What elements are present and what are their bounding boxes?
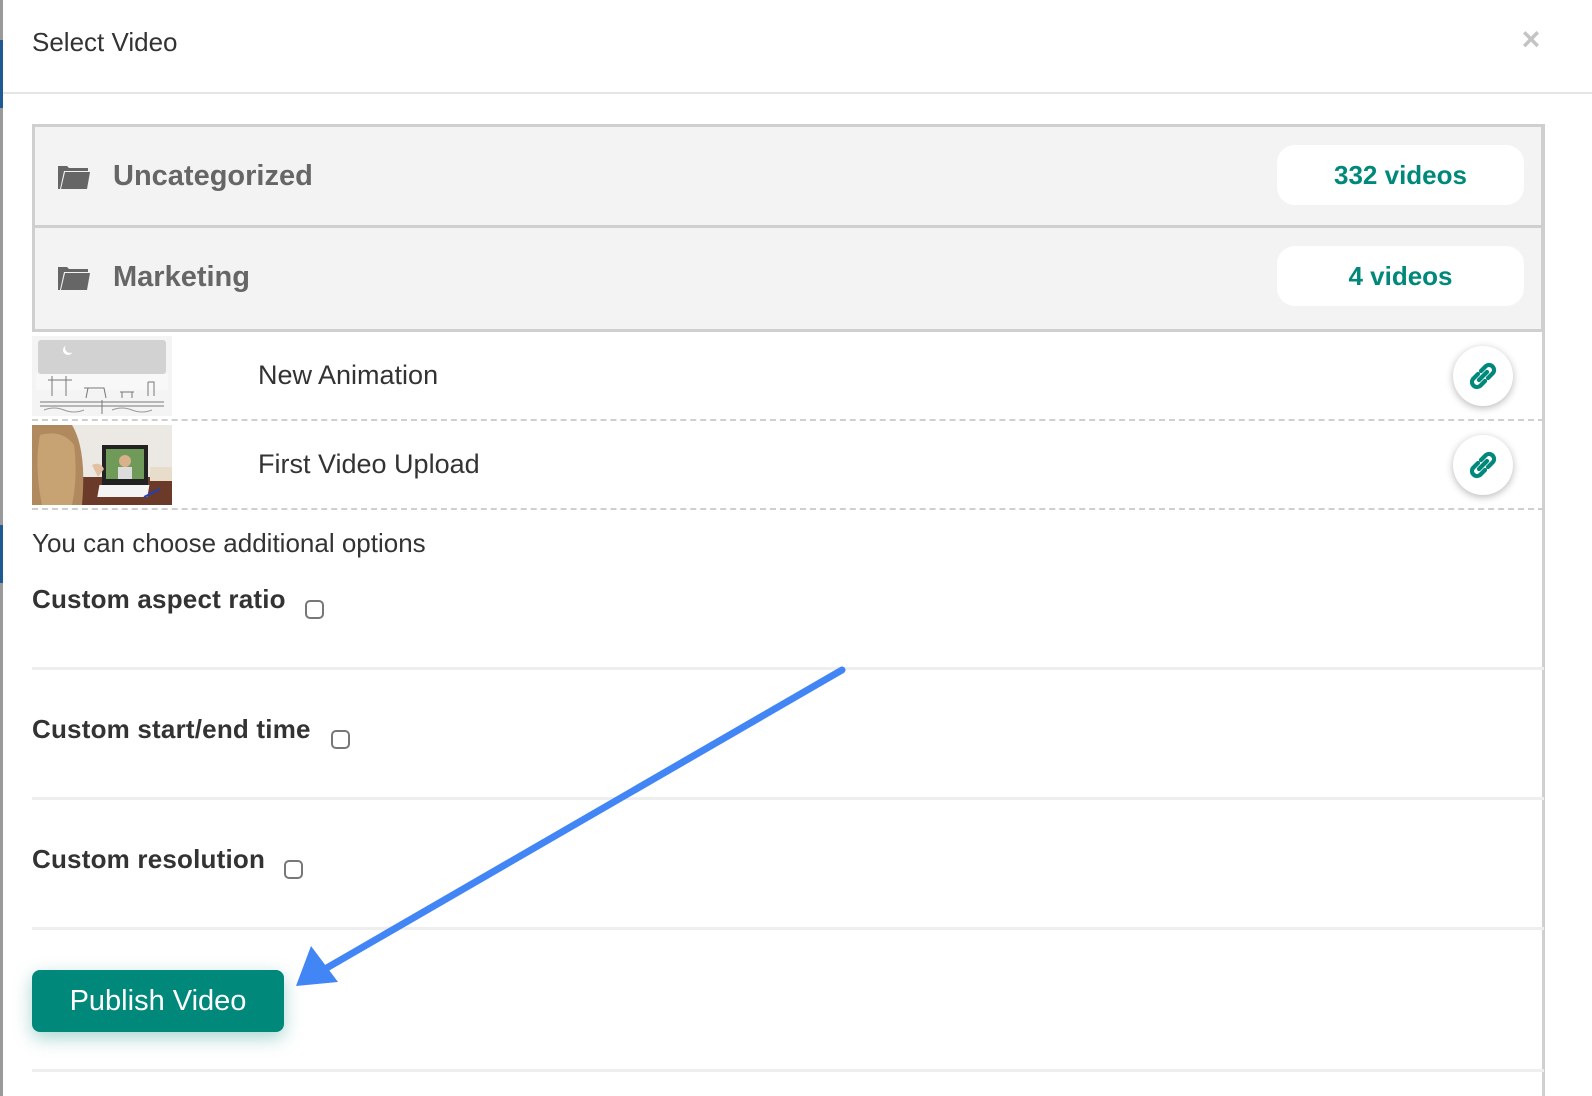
link-icon <box>1469 362 1497 390</box>
option-custom-start-end-time: Custom start/end time <box>32 670 1544 800</box>
modal-title: Select Video <box>32 27 178 57</box>
modal-header: Select Video × <box>3 0 1592 94</box>
category-name: Marketing <box>113 261 250 293</box>
category-name: Uncategorized <box>113 160 313 192</box>
option-label: Custom resolution <box>32 844 266 874</box>
modal-body: Uncategorized 332 videos Marketing 4 vid… <box>32 124 1545 1096</box>
folder-icon <box>58 267 90 290</box>
category-marketing[interactable]: Marketing 4 videos <box>32 228 1544 332</box>
custom-start-end-time-checkbox[interactable] <box>331 730 350 749</box>
option-custom-resolution: Custom resolution <box>32 800 1544 930</box>
video-count-badge: 332 videos <box>1277 145 1524 205</box>
copy-link-button[interactable] <box>1453 435 1513 495</box>
video-thumbnail <box>32 336 172 416</box>
custom-resolution-checkbox[interactable] <box>284 860 303 879</box>
category-uncategorized[interactable]: Uncategorized 332 videos <box>32 124 1544 228</box>
option-label: Custom aspect ratio <box>32 584 286 614</box>
link-icon <box>1469 451 1497 479</box>
video-item[interactable]: New Animation <box>32 332 1544 421</box>
select-video-modal: Select Video × Uncategorized 332 videos … <box>3 0 1592 1096</box>
custom-aspect-ratio-checkbox[interactable] <box>305 600 324 619</box>
video-title: First Video Upload <box>258 449 480 479</box>
close-icon: × <box>1521 21 1541 57</box>
folder-icon <box>58 166 90 189</box>
copy-link-button[interactable] <box>1453 346 1513 406</box>
close-button[interactable]: × <box>1516 21 1546 57</box>
video-title: New Animation <box>258 360 439 390</box>
video-thumbnail <box>32 425 172 505</box>
video-item[interactable]: First Video Upload <box>32 421 1544 510</box>
divider <box>32 1069 1544 1072</box>
option-custom-aspect-ratio: Custom aspect ratio <box>32 540 1544 670</box>
option-label: Custom start/end time <box>32 714 311 744</box>
publish-video-button[interactable]: Publish Video <box>32 970 284 1032</box>
video-count-badge: 4 videos <box>1277 246 1524 306</box>
